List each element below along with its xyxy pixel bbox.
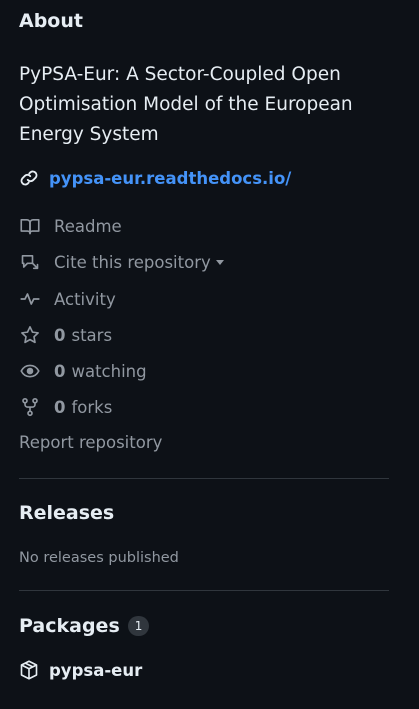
readme-link[interactable]: Readme: [19, 216, 122, 236]
report-repository-link[interactable]: Report repository: [19, 433, 162, 452]
forks-link[interactable]: 0 forks: [19, 397, 112, 417]
readme-label: Readme: [54, 216, 122, 236]
divider: [19, 590, 389, 591]
fork-icon: [19, 397, 41, 417]
watching-label: watching: [71, 361, 147, 381]
stars-count: 0: [54, 325, 66, 345]
divider: [19, 478, 389, 479]
stars-link[interactable]: 0 stars: [19, 325, 112, 345]
packages-heading[interactable]: Packages 1: [19, 615, 150, 637]
watching-count: 0: [54, 361, 66, 381]
activity-link[interactable]: Activity: [19, 289, 116, 309]
cite-label: Cite this repository: [54, 252, 211, 272]
forks-count: 0: [54, 397, 66, 417]
forks-label: forks: [71, 397, 113, 417]
website-link-row[interactable]: pypsa-eur.readthedocs.io/: [19, 168, 291, 188]
package-icon: [19, 660, 39, 680]
chevron-down-icon: [215, 259, 224, 265]
cite-repository-button[interactable]: Cite this repository: [19, 252, 224, 272]
stars-label: stars: [71, 325, 113, 345]
cite-icon: [19, 252, 41, 272]
releases-heading[interactable]: Releases: [19, 502, 114, 524]
packages-count-badge: 1: [127, 616, 150, 636]
package-item[interactable]: pypsa-eur: [19, 660, 142, 680]
activity-label: Activity: [54, 289, 116, 309]
package-name[interactable]: pypsa-eur: [49, 661, 142, 680]
link-icon: [19, 168, 39, 188]
about-heading: About: [19, 10, 83, 32]
eye-icon: [19, 361, 41, 381]
website-link[interactable]: pypsa-eur.readthedocs.io/: [49, 169, 291, 188]
star-icon: [19, 325, 41, 345]
pulse-icon: [19, 289, 41, 309]
no-releases-text: No releases published: [19, 550, 179, 566]
watching-link[interactable]: 0 watching: [19, 361, 147, 381]
packages-title: Packages: [19, 615, 120, 637]
book-icon: [19, 216, 41, 236]
repo-description: PyPSA-Eur: A Sector-Coupled Open Optimis…: [19, 64, 353, 145]
